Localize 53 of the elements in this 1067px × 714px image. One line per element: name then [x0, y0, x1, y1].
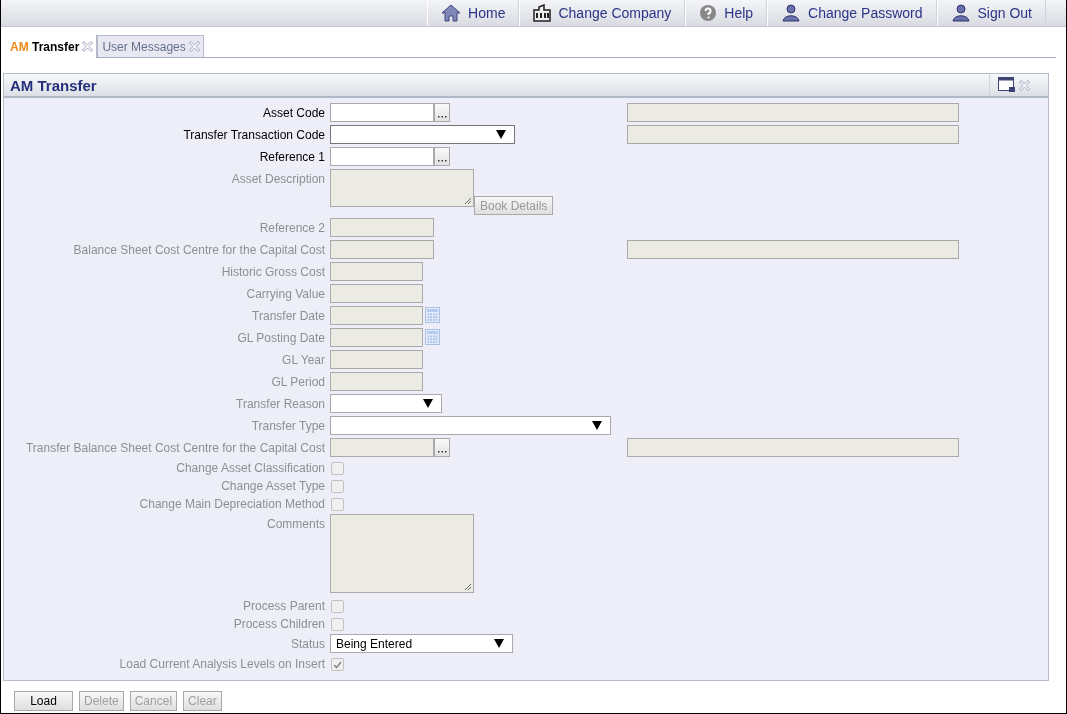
home-icon	[441, 4, 462, 22]
field-label: Asset Description	[230, 171, 325, 188]
help-icon	[699, 4, 718, 22]
field-label: Load Current Analysis Levels on Insert	[118, 656, 325, 673]
close-icon[interactable]	[1019, 79, 1030, 91]
caret-icon	[423, 399, 433, 408]
field-label: Change Main Depreciation Method	[138, 496, 325, 513]
field-label: Change Asset Classification	[175, 460, 325, 477]
building-icon	[533, 4, 552, 22]
lookup-button[interactable]	[434, 147, 450, 166]
field-label: Status	[289, 636, 325, 653]
field-label: Historic Gross Cost	[220, 264, 325, 281]
user-icon	[950, 4, 971, 22]
tab[interactable]: User Messages	[97, 35, 204, 57]
caret-icon	[592, 421, 602, 430]
nav-link[interactable]: Sign Out	[936, 0, 1046, 26]
lookup-button[interactable]	[434, 103, 450, 122]
field-label: GL Posting Date	[236, 330, 325, 347]
field-label: GL Period	[270, 374, 325, 391]
field-label: Asset Code	[261, 105, 325, 122]
field-label: Process Parent	[241, 598, 325, 615]
field-label: Transfer Reason	[235, 396, 325, 413]
field-label: Carrying Value	[245, 286, 325, 303]
field-label: Balance Sheet Cost Centre for the Capital Cost	[72, 242, 325, 259]
field-label: Comments	[266, 516, 325, 533]
field-label: Transfer Transaction Code	[182, 127, 325, 144]
close-icon[interactable]	[188, 41, 200, 52]
field-label: Transfer Balance Sheet Cost Centre for the Capital Cost	[24, 440, 325, 457]
nav-link[interactable]: Change Password	[767, 0, 937, 26]
text-field[interactable]	[330, 147, 434, 166]
nav-link[interactable]: Help	[685, 0, 768, 26]
resize-grip-icon	[464, 583, 472, 591]
field-label: GL Year	[281, 352, 325, 369]
field-label: Process Children	[232, 616, 325, 633]
dropdown[interactable]	[330, 125, 515, 144]
resize-grip-icon	[464, 197, 472, 205]
panel-title: AM Transfer	[9, 76, 97, 94]
caret-icon	[494, 639, 504, 648]
caret-icon	[496, 130, 506, 139]
action-button[interactable]: Load	[14, 691, 73, 711]
lookup-button[interactable]	[434, 438, 450, 457]
user-icon	[781, 4, 802, 22]
field-label: Reference 2	[258, 220, 325, 237]
field-label: Change Asset Type	[220, 478, 325, 495]
text-field[interactable]	[330, 103, 434, 122]
nav-link[interactable]: Home	[427, 0, 520, 26]
field-label: Reference 1	[258, 149, 325, 166]
tab[interactable]: AM Transfer	[5, 34, 98, 58]
field-label: Transfer Date	[251, 308, 325, 325]
window-icon[interactable]	[998, 77, 1016, 93]
nav-link[interactable]: Change Company	[519, 0, 686, 26]
close-icon[interactable]	[82, 41, 94, 52]
field-label: Transfer Type	[250, 418, 325, 435]
